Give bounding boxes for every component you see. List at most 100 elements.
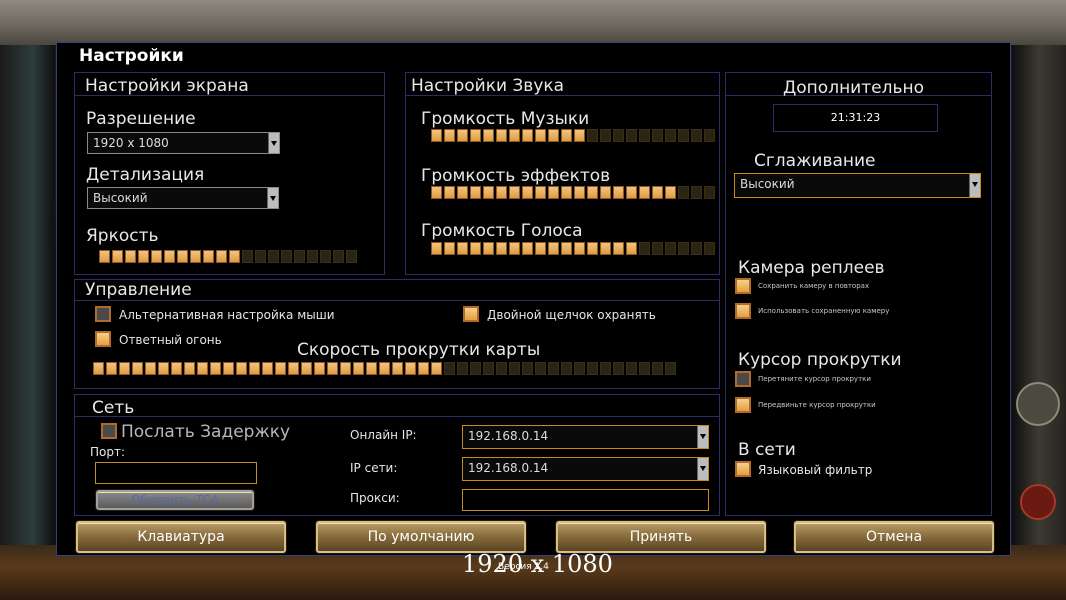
slider-segment[interactable] bbox=[405, 362, 416, 375]
chevron-down-icon[interactable] bbox=[697, 426, 708, 448]
slider-segment[interactable] bbox=[613, 242, 624, 255]
slider-segment[interactable] bbox=[249, 362, 260, 375]
slider-segment[interactable] bbox=[509, 362, 520, 375]
slider-segment[interactable] bbox=[138, 250, 149, 263]
slider-segment[interactable] bbox=[496, 186, 507, 199]
slider-segment[interactable] bbox=[431, 186, 442, 199]
slider-segment[interactable] bbox=[626, 186, 637, 199]
slider-segment[interactable] bbox=[190, 250, 201, 263]
slider-segment[interactable] bbox=[99, 250, 110, 263]
slider-segment[interactable] bbox=[125, 250, 136, 263]
slider-segment[interactable] bbox=[301, 362, 312, 375]
slider-segment[interactable] bbox=[281, 250, 292, 263]
effects-volume-slider[interactable] bbox=[431, 186, 715, 199]
slider-segment[interactable] bbox=[574, 362, 585, 375]
slider-segment[interactable] bbox=[177, 250, 188, 263]
language-filter-checkbox[interactable] bbox=[735, 461, 751, 477]
slider-segment[interactable] bbox=[151, 250, 162, 263]
slider-segment[interactable] bbox=[665, 362, 676, 375]
slider-segment[interactable] bbox=[639, 129, 650, 142]
slider-segment[interactable] bbox=[613, 186, 624, 199]
slider-segment[interactable] bbox=[340, 362, 351, 375]
slider-segment[interactable] bbox=[470, 242, 481, 255]
save-camera-checkbox[interactable] bbox=[735, 278, 751, 294]
slider-segment[interactable] bbox=[444, 186, 455, 199]
slider-segment[interactable] bbox=[522, 242, 533, 255]
slider-segment[interactable] bbox=[106, 362, 117, 375]
cancel-button[interactable]: Отмена bbox=[794, 521, 994, 553]
online-ip-dropdown[interactable]: 192.168.0.14 bbox=[462, 425, 709, 449]
slider-segment[interactable] bbox=[236, 362, 247, 375]
slider-segment[interactable] bbox=[639, 242, 650, 255]
slider-segment[interactable] bbox=[509, 129, 520, 142]
slider-segment[interactable] bbox=[327, 362, 338, 375]
slider-segment[interactable] bbox=[509, 242, 520, 255]
slider-segment[interactable] bbox=[242, 250, 253, 263]
slider-segment[interactable] bbox=[652, 362, 663, 375]
slider-segment[interactable] bbox=[262, 362, 273, 375]
proxy-field[interactable] bbox=[462, 489, 709, 511]
slider-segment[interactable] bbox=[704, 186, 715, 199]
slider-segment[interactable] bbox=[203, 250, 214, 263]
slider-segment[interactable] bbox=[294, 250, 305, 263]
port-field[interactable] bbox=[95, 462, 257, 484]
slider-segment[interactable] bbox=[444, 242, 455, 255]
slider-segment[interactable] bbox=[255, 250, 266, 263]
slider-segment[interactable] bbox=[691, 242, 702, 255]
slider-segment[interactable] bbox=[561, 129, 572, 142]
slider-segment[interactable] bbox=[587, 362, 598, 375]
slider-segment[interactable] bbox=[691, 186, 702, 199]
slider-segment[interactable] bbox=[600, 129, 611, 142]
slider-segment[interactable] bbox=[496, 242, 507, 255]
antialias-dropdown[interactable]: Высокий bbox=[734, 173, 981, 198]
slider-segment[interactable] bbox=[639, 362, 650, 375]
slider-segment[interactable] bbox=[678, 129, 689, 142]
lan-ip-dropdown[interactable]: 192.168.0.14 bbox=[462, 457, 709, 481]
slider-segment[interactable] bbox=[587, 242, 598, 255]
detail-dropdown[interactable]: Высокий bbox=[87, 187, 279, 209]
slider-segment[interactable] bbox=[626, 242, 637, 255]
drag-scroll-cursor-checkbox[interactable] bbox=[735, 371, 751, 387]
slider-segment[interactable] bbox=[548, 186, 559, 199]
slider-segment[interactable] bbox=[496, 129, 507, 142]
slider-segment[interactable] bbox=[164, 250, 175, 263]
slider-segment[interactable] bbox=[626, 362, 637, 375]
slider-segment[interactable] bbox=[548, 129, 559, 142]
resolution-dropdown[interactable]: 1920 x 1080 bbox=[87, 132, 280, 154]
slider-segment[interactable] bbox=[346, 250, 357, 263]
accept-button[interactable]: Принять bbox=[556, 521, 766, 553]
slider-segment[interactable] bbox=[470, 186, 481, 199]
slider-segment[interactable] bbox=[574, 242, 585, 255]
slider-segment[interactable] bbox=[600, 362, 611, 375]
slider-segment[interactable] bbox=[229, 250, 240, 263]
slider-segment[interactable] bbox=[561, 242, 572, 255]
slider-segment[interactable] bbox=[483, 362, 494, 375]
slider-segment[interactable] bbox=[444, 129, 455, 142]
slider-segment[interactable] bbox=[171, 362, 182, 375]
slider-segment[interactable] bbox=[470, 129, 481, 142]
brightness-slider[interactable] bbox=[99, 250, 357, 263]
chevron-down-icon[interactable] bbox=[697, 458, 708, 480]
slider-segment[interactable] bbox=[119, 362, 130, 375]
slider-segment[interactable] bbox=[275, 362, 286, 375]
slider-segment[interactable] bbox=[366, 362, 377, 375]
slider-segment[interactable] bbox=[307, 250, 318, 263]
slider-segment[interactable] bbox=[613, 362, 624, 375]
slider-segment[interactable] bbox=[496, 362, 507, 375]
slider-segment[interactable] bbox=[522, 129, 533, 142]
slider-segment[interactable] bbox=[626, 129, 637, 142]
send-delay-checkbox[interactable] bbox=[101, 423, 117, 439]
slider-segment[interactable] bbox=[210, 362, 221, 375]
slider-segment[interactable] bbox=[704, 129, 715, 142]
slider-segment[interactable] bbox=[470, 362, 481, 375]
chevron-down-icon[interactable] bbox=[268, 133, 279, 153]
slider-segment[interactable] bbox=[483, 129, 494, 142]
use-saved-camera-checkbox[interactable] bbox=[735, 303, 751, 319]
slider-segment[interactable] bbox=[522, 362, 533, 375]
slider-segment[interactable] bbox=[665, 186, 676, 199]
slider-segment[interactable] bbox=[457, 186, 468, 199]
slider-segment[interactable] bbox=[522, 186, 533, 199]
return-fire-checkbox[interactable] bbox=[95, 331, 111, 347]
slider-segment[interactable] bbox=[587, 129, 598, 142]
slider-segment[interactable] bbox=[158, 362, 169, 375]
